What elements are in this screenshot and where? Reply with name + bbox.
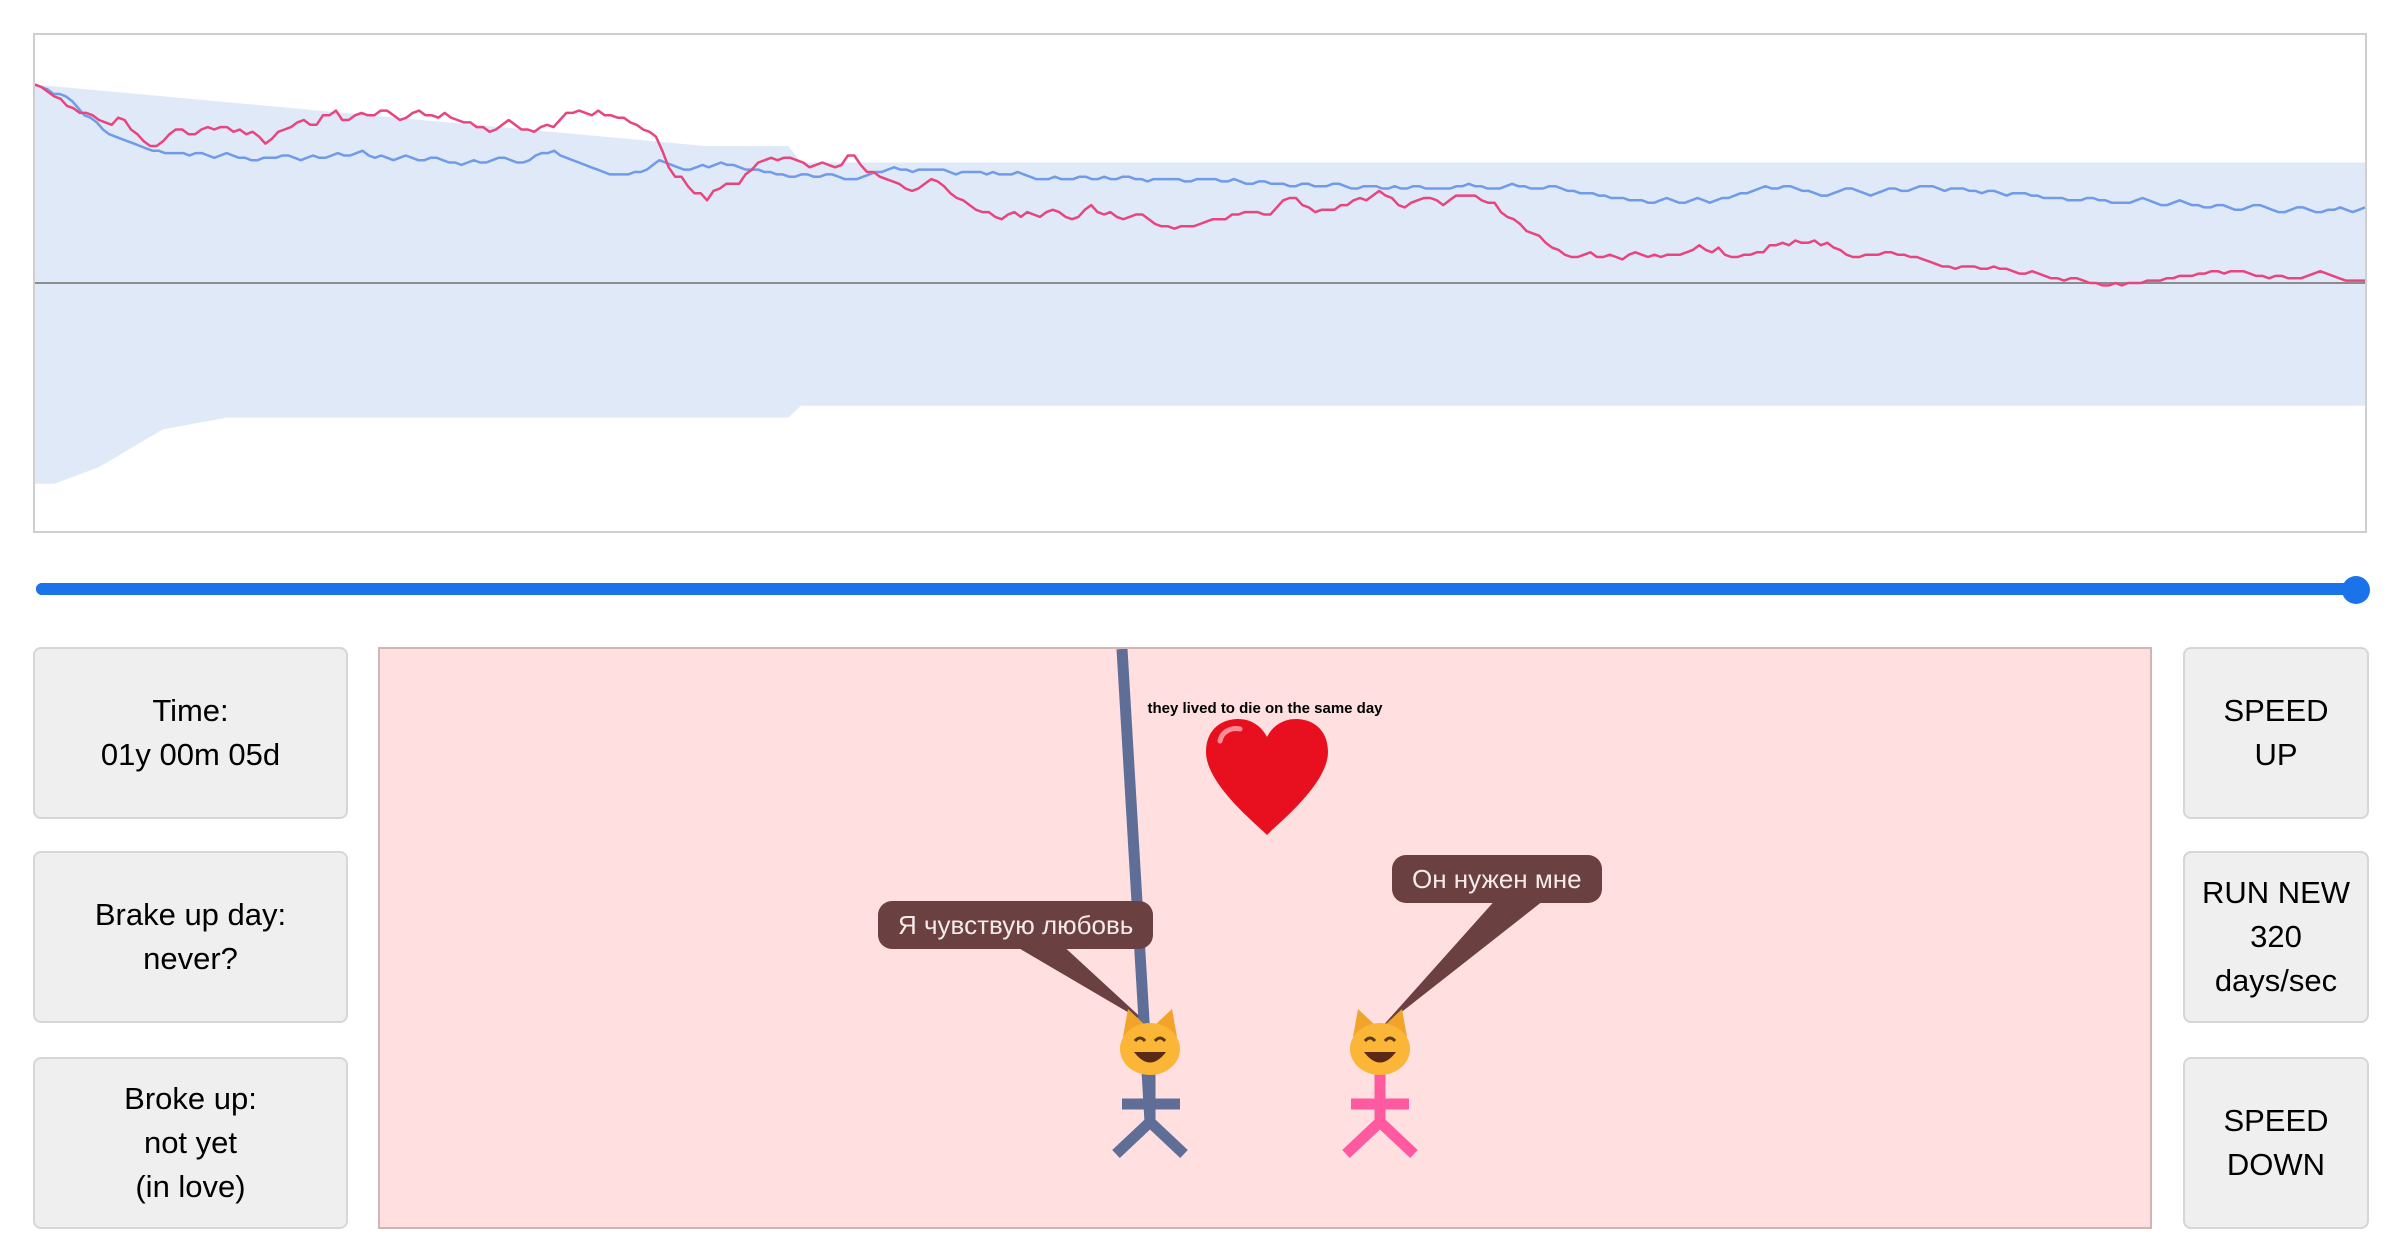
chart-area xyxy=(33,33,2367,533)
slider-thumb[interactable] xyxy=(2342,576,2370,604)
left-speech-tail xyxy=(1010,943,1148,1024)
left-speech-bubble: Я чувствую любовь xyxy=(878,901,1154,949)
smiling-cat-icon xyxy=(1350,1009,1410,1075)
slider-fill xyxy=(36,583,2356,595)
smiling-cat-icon xyxy=(1120,1009,1180,1075)
right-speech-tail xyxy=(1380,897,1548,1029)
time-display: Time: 01y 00m 05d xyxy=(33,647,348,819)
love-scene: they lived to die on the same day Я чувс… xyxy=(378,647,2152,1229)
speed-up-button[interactable]: SPEED UP xyxy=(2183,647,2369,819)
love-chart xyxy=(35,83,2365,484)
speed-down-button[interactable]: SPEED DOWN xyxy=(2183,1057,2369,1229)
right-speech-bubble: Он нужен мне xyxy=(1392,855,1602,903)
broke-up-display: Broke up: not yet (in love) xyxy=(33,1057,348,1229)
scene-drawing xyxy=(1010,649,1548,1159)
right-stick-figure xyxy=(1342,1009,1418,1159)
chart-band xyxy=(35,84,2365,484)
break-up-day-display: Brake up day: never? xyxy=(33,851,348,1023)
time-slider[interactable] xyxy=(36,576,2376,604)
run-new-button[interactable]: RUN NEW 320 days/sec xyxy=(2183,851,2369,1023)
